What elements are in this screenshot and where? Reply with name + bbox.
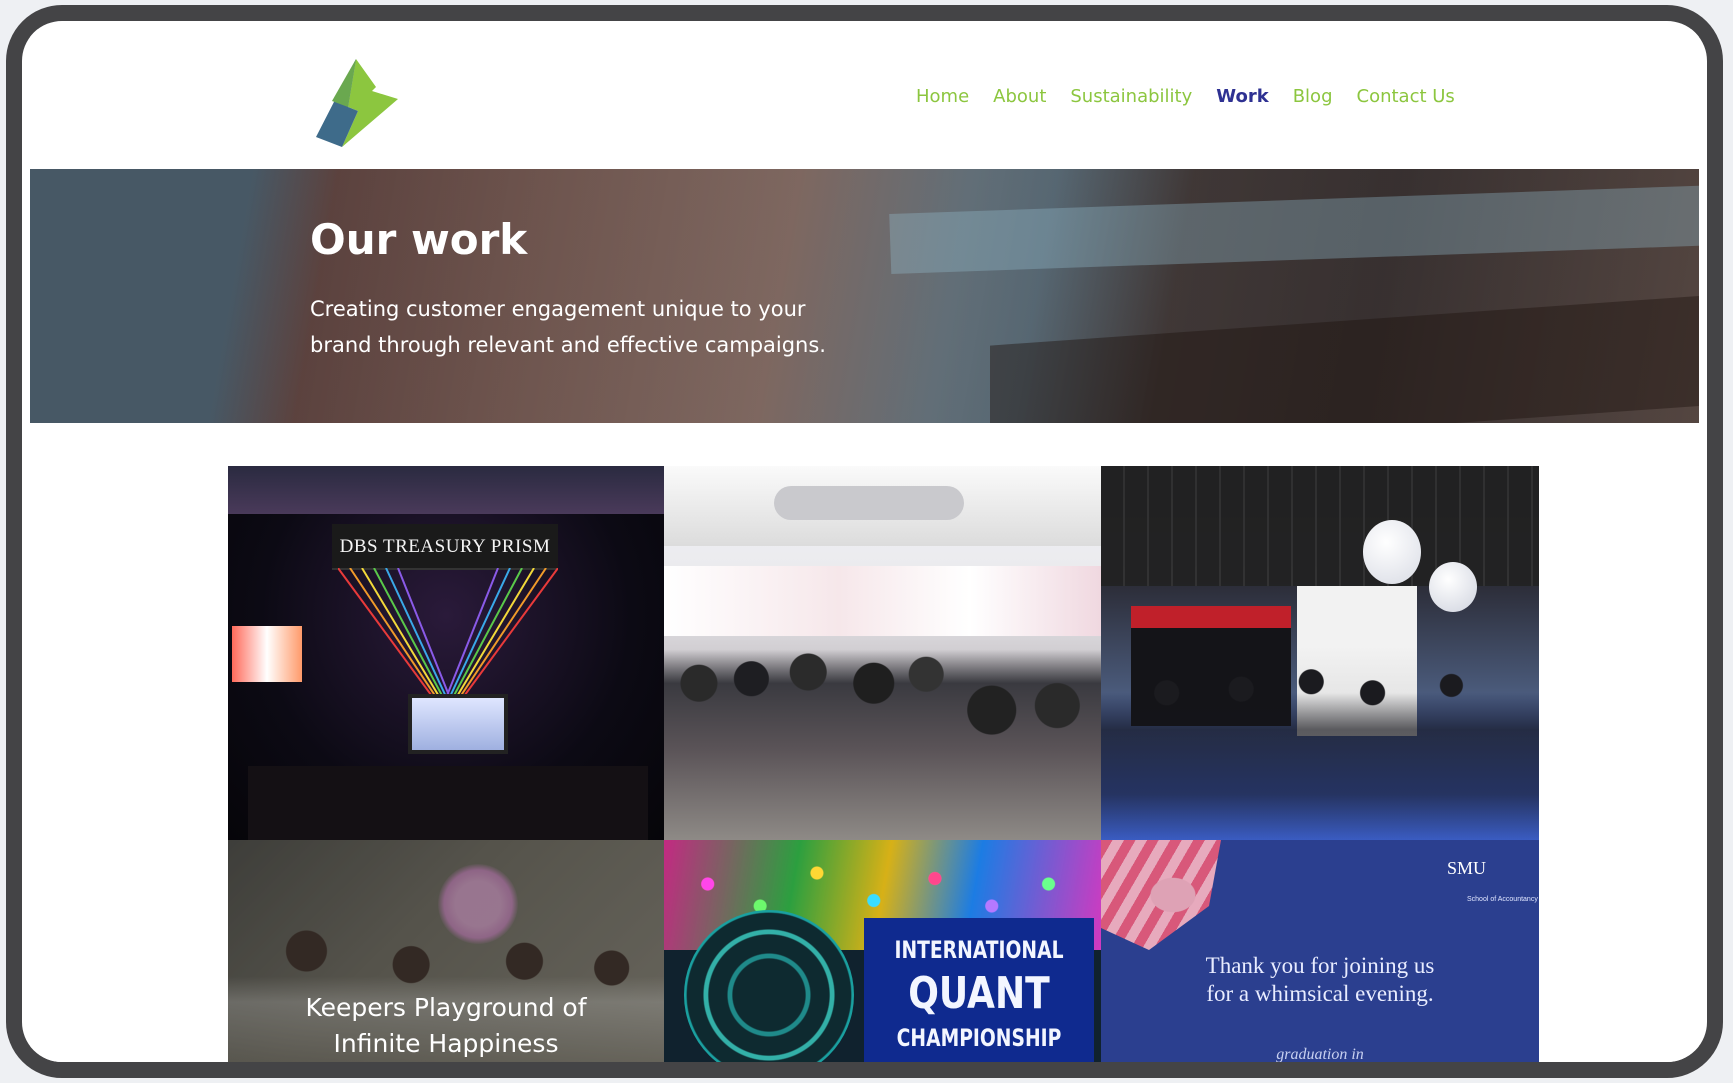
gallery-tile-international-quant-championship[interactable]: INTERNATIONAL QUANT CHAMPIONSHIP — [664, 840, 1101, 1062]
nav-about[interactable]: About — [993, 86, 1046, 107]
sign-line: CHAMPIONSHIP — [896, 1024, 1062, 1052]
air-duct — [774, 486, 964, 520]
work-gallery: DBS TREASURY PRISM Keepers Playground of… — [228, 466, 1539, 1062]
ceiling-lights — [228, 466, 664, 514]
caption-line: Keepers Playground of — [305, 993, 587, 1022]
gallery-tile-keepers-playground[interactable]: Keepers Playground of Infinite Happiness — [228, 840, 664, 1062]
cheshire-cat-illustration — [1101, 840, 1221, 950]
gallery-tile-dbs-treasury-prism[interactable]: DBS TREASURY PRISM — [228, 466, 664, 840]
invitation-line: Thank you for joining us — [1205, 953, 1435, 978]
sign-line: INTERNATIONAL — [894, 936, 1064, 964]
invitation-line: for a whimsical evening. — [1206, 981, 1434, 1006]
quant-sign: INTERNATIONAL QUANT CHAMPIONSHIP — [864, 918, 1094, 1062]
display-table — [248, 766, 648, 840]
caption-line: Infinite Happiness — [333, 1029, 559, 1058]
crowd-image — [1101, 656, 1539, 840]
booth-banner: DBS TREASURY PRISM — [332, 524, 558, 570]
balloon-icon — [1363, 520, 1421, 584]
nav-sustainability[interactable]: Sustainability — [1070, 86, 1192, 107]
hero-background-shape — [889, 184, 1699, 274]
tile-caption: Keepers Playground of Infinite Happiness — [228, 990, 664, 1062]
kiosk-screen — [408, 694, 508, 754]
side-display — [232, 626, 302, 682]
device-frame: Home About Sustainability Work Blog Cont… — [6, 5, 1723, 1078]
gallery-tile-expo-hall[interactable] — [1101, 466, 1539, 840]
page-title: Our work — [310, 215, 528, 264]
nav-contact-us[interactable]: Contact Us — [1357, 86, 1455, 107]
page-subtitle: Creating customer engagement unique to y… — [310, 297, 826, 357]
nav-blog[interactable]: Blog — [1293, 86, 1333, 107]
gallery-tile-event-crowd[interactable] — [664, 466, 1101, 840]
smu-logo-subtitle: School of Accountancy — [1467, 896, 1538, 903]
hero-banner: Our work Creating customer engagement un… — [30, 169, 1699, 423]
invitation-text: Thank you for joining us for a whimsical… — [1101, 952, 1539, 1008]
nav-home[interactable]: Home — [916, 86, 969, 107]
nav-work[interactable]: Work — [1216, 86, 1268, 107]
site-header: Home About Sustainability Work Blog Cont… — [30, 29, 1699, 167]
main-nav: Home About Sustainability Work Blog Cont… — [916, 86, 1479, 107]
script-text: graduation in — [1276, 1046, 1364, 1062]
sign-line: QUANT — [908, 968, 1050, 1019]
gallery-tile-smu-evening[interactable]: SMU School of Accountancy Thank you for … — [1101, 840, 1539, 1062]
balloon-icon — [1429, 562, 1477, 612]
smu-logo: SMU — [1447, 858, 1487, 878]
browser-viewport: Home About Sustainability Work Blog Cont… — [30, 29, 1699, 1062]
banner-text: DBS TREASURY PRISM — [339, 536, 551, 557]
logo-icon[interactable] — [312, 59, 410, 149]
ceiling-grid — [1101, 466, 1539, 586]
hero-background-shape — [990, 292, 1699, 423]
crowd-image — [664, 616, 1101, 840]
